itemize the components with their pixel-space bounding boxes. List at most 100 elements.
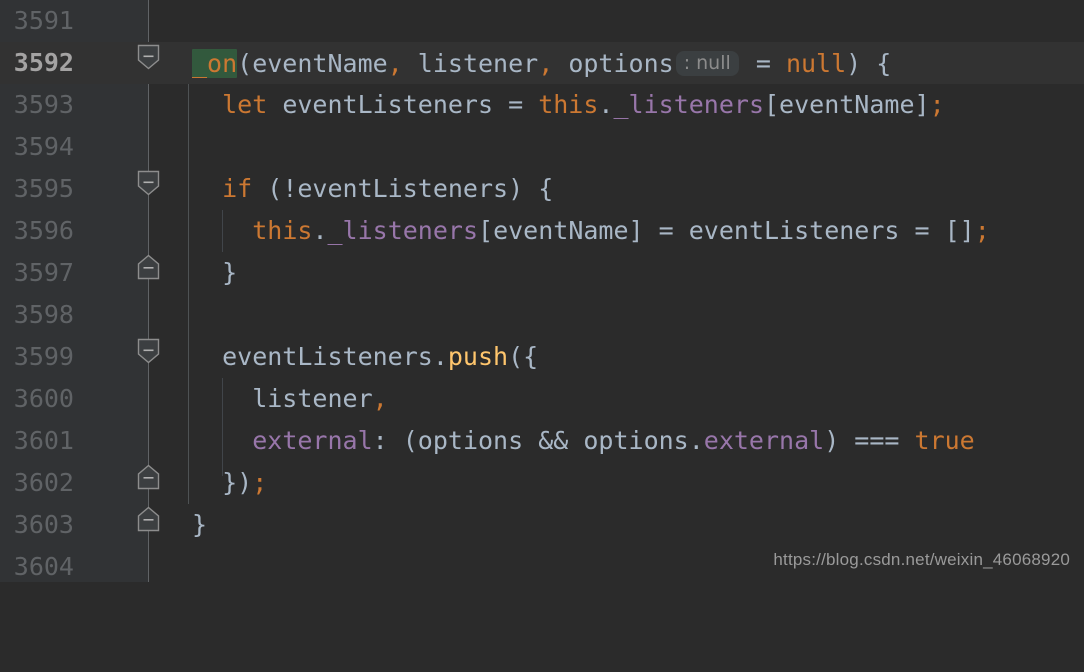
line-number: 3600: [13, 384, 74, 413]
line-number: 3598: [13, 300, 74, 329]
editor-line-3597[interactable]: 3597 }: [0, 252, 1084, 294]
line-code-text: });: [192, 462, 267, 504]
token-field-listeners: _listeners: [327, 216, 479, 245]
token-dot: .: [598, 90, 614, 119]
line-number: 3599: [13, 342, 74, 371]
indent-guide: [188, 168, 189, 210]
indent-guide: [188, 84, 189, 126]
line-code-text: external: (options && options.external) …: [192, 420, 975, 462]
editor-line-3599[interactable]: 3599 eventListeners.push({: [0, 336, 1084, 378]
line-code[interactable]: listener,: [148, 378, 1084, 420]
token-punct: (eventName: [237, 49, 388, 78]
token-property-external-ref: external: [703, 426, 825, 455]
token-property-external: external: [252, 426, 373, 455]
line-code[interactable]: }: [148, 252, 1084, 294]
indent-guide: [188, 210, 189, 252]
token-close-brace: }: [192, 258, 238, 287]
token-strict-equals: ) ===: [824, 426, 915, 455]
line-number: 3595: [13, 174, 74, 203]
indent-guide: [222, 462, 223, 476]
token-keyword-this: this: [252, 216, 313, 245]
fold-marker-close-3597[interactable]: [137, 254, 160, 280]
code-editor[interactable]: 3591 3592 _on(eventName, listener, optio…: [0, 0, 1084, 582]
line-code[interactable]: [148, 294, 1084, 336]
token-field-listeners: _listeners: [613, 90, 764, 119]
line-code[interactable]: eventListeners.push({: [148, 336, 1084, 378]
line-number: 3596: [13, 216, 74, 245]
indent-guide: [188, 126, 189, 168]
token-shorthand-listener: listener: [192, 384, 373, 413]
line-code-text: this._listeners[eventName] = eventListen…: [192, 210, 990, 252]
line-code[interactable]: _on(eventName, listener, options: null =…: [148, 42, 1084, 84]
token-dot: .: [312, 216, 328, 245]
token-index-eventname: [eventName]: [764, 90, 930, 119]
indent-guide: [222, 420, 223, 462]
token-null-literal: null: [785, 49, 847, 78]
line-code[interactable]: let eventListeners = this._listeners[eve…: [148, 84, 1084, 126]
token-assignment: [eventName] = eventListeners = []: [478, 216, 975, 245]
watermark-url: https://blog.csdn.net/weixin_46068920: [773, 550, 1070, 569]
editor-line-3594[interactable]: 3594: [0, 126, 1084, 168]
inlay-type-hint[interactable]: : null: [675, 51, 739, 76]
indent-guide: [188, 252, 189, 294]
editor-line-3591[interactable]: 3591: [0, 0, 1084, 42]
line-number: 3592: [0, 42, 148, 84]
line-code-text: let eventListeners = this._listeners[eve…: [192, 84, 945, 126]
line-number: 3594: [13, 132, 74, 161]
token-keyword-this: this: [538, 90, 599, 119]
token-comma: ,: [372, 384, 388, 413]
token-var-eventlisteners: eventListeners =: [267, 90, 539, 119]
indent-guide: [188, 420, 189, 462]
token-equals: =: [740, 49, 786, 78]
token-semicolon: ;: [252, 468, 268, 497]
token-boolean-true: true: [914, 426, 975, 455]
editor-line-3598[interactable]: 3598: [0, 294, 1084, 336]
editor-line-3601[interactable]: 3601 external: (options && options.exter…: [0, 420, 1084, 462]
line-number: 3602: [13, 468, 74, 497]
token-semicolon: ;: [929, 90, 945, 119]
editor-line-3592[interactable]: 3592 _on(eventName, listener, options: n…: [0, 42, 1084, 84]
token-param-options: options: [553, 49, 674, 78]
token-comma: ,: [538, 49, 554, 78]
token-method-name: _on: [192, 49, 238, 78]
line-code-text: eventListeners.push({: [192, 336, 538, 378]
line-code[interactable]: if (!eventListeners) {: [148, 168, 1084, 210]
token-param-listener: listener: [402, 49, 539, 78]
line-code[interactable]: [148, 126, 1084, 168]
line-code[interactable]: }: [148, 504, 1084, 546]
line-code-text: if (!eventListeners) {: [192, 168, 553, 210]
editor-line-3600[interactable]: 3600 listener,: [0, 378, 1084, 420]
line-number: 3601: [13, 426, 74, 455]
indent-guide: [188, 336, 189, 378]
token-if-condition: (!eventListeners) {: [252, 174, 554, 203]
line-code-text: }: [192, 252, 237, 294]
fold-marker-open-3599[interactable]: [137, 338, 160, 364]
fold-marker-close-3603[interactable]: [137, 506, 160, 532]
indent-guide: [188, 294, 189, 336]
token-keyword-if: if: [222, 174, 253, 203]
line-number: 3593: [13, 90, 74, 119]
line-code[interactable]: this._listeners[eventName] = eventListen…: [148, 210, 1084, 252]
line-number: 3597: [13, 258, 74, 287]
editor-line-3593[interactable]: 3593 let eventListeners = this._listener…: [0, 84, 1084, 126]
indent-guide: [222, 378, 223, 420]
editor-line-3603[interactable]: 3603 }: [0, 504, 1084, 546]
editor-line-3596[interactable]: 3596 this._listeners[eventName] = eventL…: [0, 210, 1084, 252]
line-code-text: }: [192, 504, 207, 546]
token-close-brace: }: [192, 510, 208, 539]
fold-marker-close-3602[interactable]: [137, 464, 160, 490]
line-number: 3591: [13, 6, 74, 35]
line-code[interactable]: });: [148, 462, 1084, 504]
fold-marker-open-3592[interactable]: [137, 44, 160, 70]
token-comma: ,: [387, 49, 403, 78]
line-code[interactable]: external: (options && options.external) …: [148, 420, 1084, 462]
line-code[interactable]: [148, 0, 1084, 42]
indent-guide: [188, 378, 189, 420]
token-close-paren-brace: ) {: [846, 49, 892, 78]
fold-marker-open-3595[interactable]: [137, 170, 160, 196]
token-colon-expr: : (options && options.: [372, 426, 704, 455]
token-open-paren-brace: ({: [508, 342, 539, 371]
token-method-push: push: [447, 342, 509, 371]
editor-line-3595[interactable]: 3595 if (!eventListeners) {: [0, 168, 1084, 210]
editor-line-3602[interactable]: 3602 });: [0, 462, 1084, 504]
